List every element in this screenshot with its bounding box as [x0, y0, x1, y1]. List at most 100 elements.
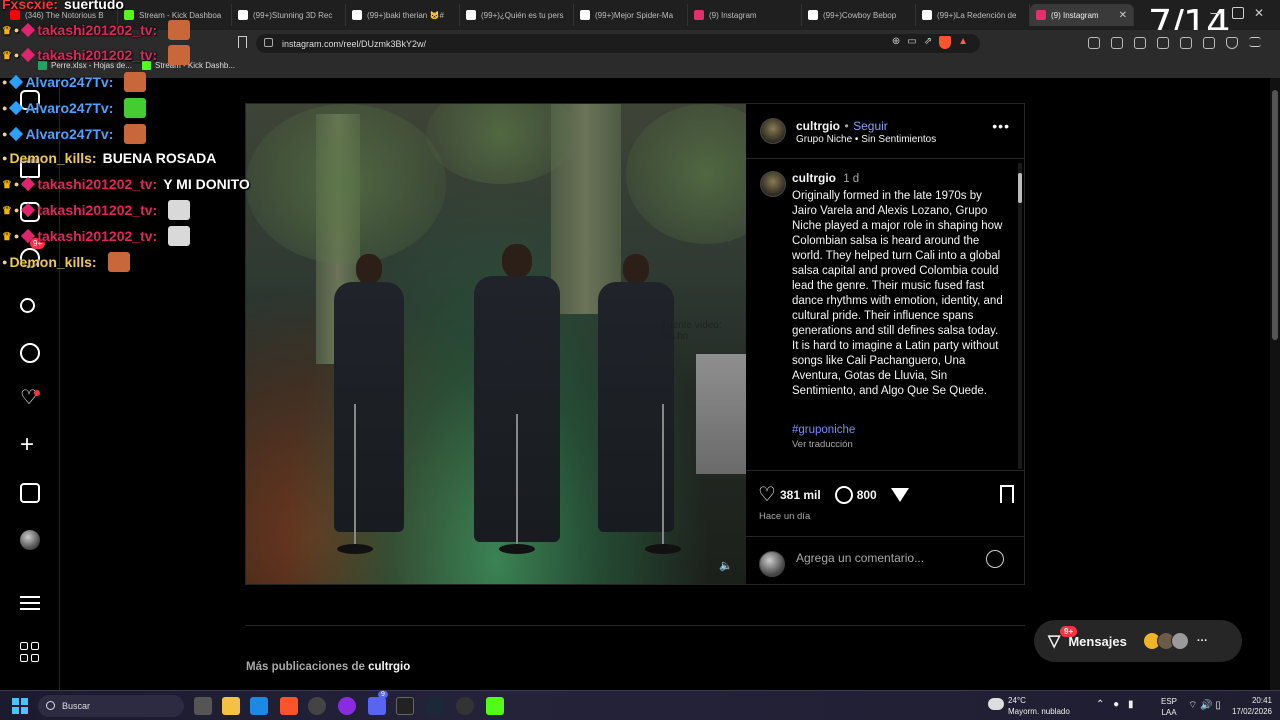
like-icon[interactable]: ♡	[758, 485, 776, 505]
messages-button[interactable]: ▽ 9+ Mensajes ···	[1034, 620, 1242, 662]
puzzle-icon[interactable]	[1111, 37, 1123, 49]
browser-tab[interactable]: (99+)La Redención de	[916, 4, 1030, 26]
also-from-meta-icon[interactable]	[20, 642, 40, 662]
translate-link[interactable]: Ver traducción	[792, 439, 853, 450]
maximize-icon[interactable]	[1232, 7, 1244, 19]
language-indicator[interactable]: ESP LAA	[1161, 697, 1177, 717]
reel-video[interactable]: Fuente video: tvn.hn 🔈	[246, 104, 746, 584]
comment-input[interactable]: Agrega un comentario...	[796, 551, 924, 565]
discord-icon[interactable]: 9	[368, 691, 388, 715]
caption-scrollbar[interactable]	[1018, 163, 1022, 469]
extension-icon[interactable]	[1088, 37, 1100, 49]
kick-app-icon[interactable]	[486, 697, 504, 715]
task-view-icon[interactable]	[194, 697, 212, 715]
site-info-icon[interactable]	[264, 38, 273, 47]
gem-badge-icon	[9, 74, 24, 90]
page-scrollbar[interactable]	[1270, 78, 1280, 690]
tab-label: (99+)Stunning 3D Rec	[253, 10, 333, 20]
notifications-icon[interactable]: ♡	[20, 388, 40, 408]
likes-count[interactable]: 381 mil	[780, 488, 821, 502]
shield-icon[interactable]	[1226, 37, 1238, 49]
clock[interactable]: 20:41 17/02/2026	[1226, 696, 1272, 716]
tab-favicon-icon	[124, 10, 134, 20]
start-button[interactable]	[12, 698, 28, 714]
browser-tab[interactable]: (99+)Stunning 3D Rec	[232, 4, 346, 26]
author-username[interactable]: cultrgio	[796, 119, 840, 133]
caption-scroll-thumb[interactable]	[1018, 173, 1022, 203]
chat-emote	[168, 20, 191, 40]
minimize-icon[interactable]	[1210, 7, 1222, 14]
more-options-icon[interactable]: •••	[992, 118, 1010, 134]
comment-icon[interactable]	[834, 486, 853, 504]
obs-icon[interactable]	[456, 697, 474, 715]
rewards-icon[interactable]: ▲	[958, 36, 968, 49]
save-icon[interactable]	[1000, 485, 1014, 503]
edge-icon[interactable]	[250, 697, 268, 715]
chevron-up-icon[interactable]: ⌃	[1096, 699, 1104, 710]
vpn-icon[interactable]	[1157, 37, 1169, 49]
steam-icon[interactable]	[426, 697, 444, 715]
caption-avatar[interactable]	[760, 171, 786, 197]
comments-count[interactable]: 800	[857, 488, 877, 502]
browser-tab[interactable]: (99+)baki therian 🐱#	[346, 4, 460, 26]
microphone-icon[interactable]: ▮	[1128, 699, 1134, 710]
sub-badge-icon: ●	[2, 77, 8, 87]
mic-base	[337, 544, 373, 554]
gift-badge-icon	[21, 228, 36, 244]
tab-label: (9) Instagram	[1051, 10, 1099, 20]
chat-message: ● Demon_kills: BUENA ROSADA	[2, 150, 216, 166]
app-icon[interactable]	[338, 697, 356, 715]
taskbar-search[interactable]: Buscar	[38, 695, 184, 717]
tab-label: (9) Instagram	[709, 10, 757, 20]
download-icon[interactable]	[1180, 37, 1192, 49]
close-window-icon[interactable]: ✕	[1254, 7, 1266, 19]
volume-icon[interactable]: 🔈	[719, 559, 733, 572]
cast-icon[interactable]: ▭	[907, 36, 916, 49]
search-icon[interactable]	[20, 298, 35, 313]
create-icon[interactable]: +	[20, 433, 40, 457]
share-icon[interactable]	[890, 488, 909, 502]
tab-close-icon[interactable]: ✕	[1119, 10, 1127, 21]
caption-area: cultrgio 1 d Originally formed in the la…	[746, 159, 1024, 471]
browser-menu-icon[interactable]	[1249, 37, 1261, 47]
browser-tab[interactable]: (99+)Mejor Spider-Ma	[574, 4, 688, 26]
caption-username[interactable]: cultrgio	[792, 171, 836, 185]
chat-username: Alvaro247Tv:	[25, 100, 114, 116]
hashtag-link[interactable]: #gruponiche	[792, 424, 855, 436]
sidebar-icon[interactable]	[1134, 37, 1146, 49]
tab-favicon-icon	[1036, 10, 1046, 20]
terminal-icon[interactable]	[396, 697, 414, 715]
song-info[interactable]: Grupo Niche • Sin Sentimientos	[796, 134, 936, 145]
file-explorer-icon[interactable]	[222, 697, 240, 715]
scrollbar-thumb[interactable]	[1272, 90, 1278, 340]
share-page-icon[interactable]: ⇗	[924, 36, 932, 49]
browser-tab[interactable]: (99+)¿Quién es tu pers	[460, 4, 574, 26]
more-messages-icon[interactable]: ···	[1197, 635, 1208, 647]
gift-badge-icon	[21, 176, 36, 192]
follow-button[interactable]: Seguir	[853, 119, 888, 133]
tray-icons: ⌃ ● ▮	[1096, 699, 1134, 710]
more-menu-icon[interactable]	[20, 596, 40, 610]
more-posts-user[interactable]: cultrgio	[368, 661, 410, 673]
wallet-icon[interactable]	[1203, 37, 1215, 49]
explore-icon[interactable]	[20, 343, 40, 363]
tray-app-icon[interactable]: ●	[1113, 699, 1119, 710]
emoji-icon[interactable]	[986, 550, 1004, 568]
browser-tab[interactable]: (9) Instagram ✕	[1030, 4, 1134, 26]
bookmark-icon[interactable]	[238, 36, 247, 48]
url-field[interactable]: instagram.com/reel/DUzmk3BkY2w/ ⊕ ▭ ⇗ ▲	[256, 34, 980, 53]
tab-favicon-icon	[352, 10, 362, 20]
lang-top: ESP	[1161, 697, 1178, 706]
chat-username: Alvaro247Tv:	[25, 126, 114, 142]
brave-icon[interactable]	[280, 697, 298, 715]
gift-badge-icon	[21, 22, 36, 38]
network-volume-icons[interactable]: ⌔ 🔊 ▯	[1188, 699, 1221, 712]
zoom-icon[interactable]: ⊕	[892, 36, 900, 49]
profile-avatar[interactable]	[20, 530, 40, 550]
author-avatar[interactable]	[760, 118, 786, 144]
app-icon[interactable]	[308, 697, 326, 715]
brave-shield-icon[interactable]	[939, 36, 952, 49]
dashboard-icon[interactable]	[20, 483, 40, 503]
browser-tab[interactable]: (9) Instagram	[688, 4, 802, 26]
browser-tab[interactable]: (99+)Cowboy Bebop	[802, 4, 916, 26]
